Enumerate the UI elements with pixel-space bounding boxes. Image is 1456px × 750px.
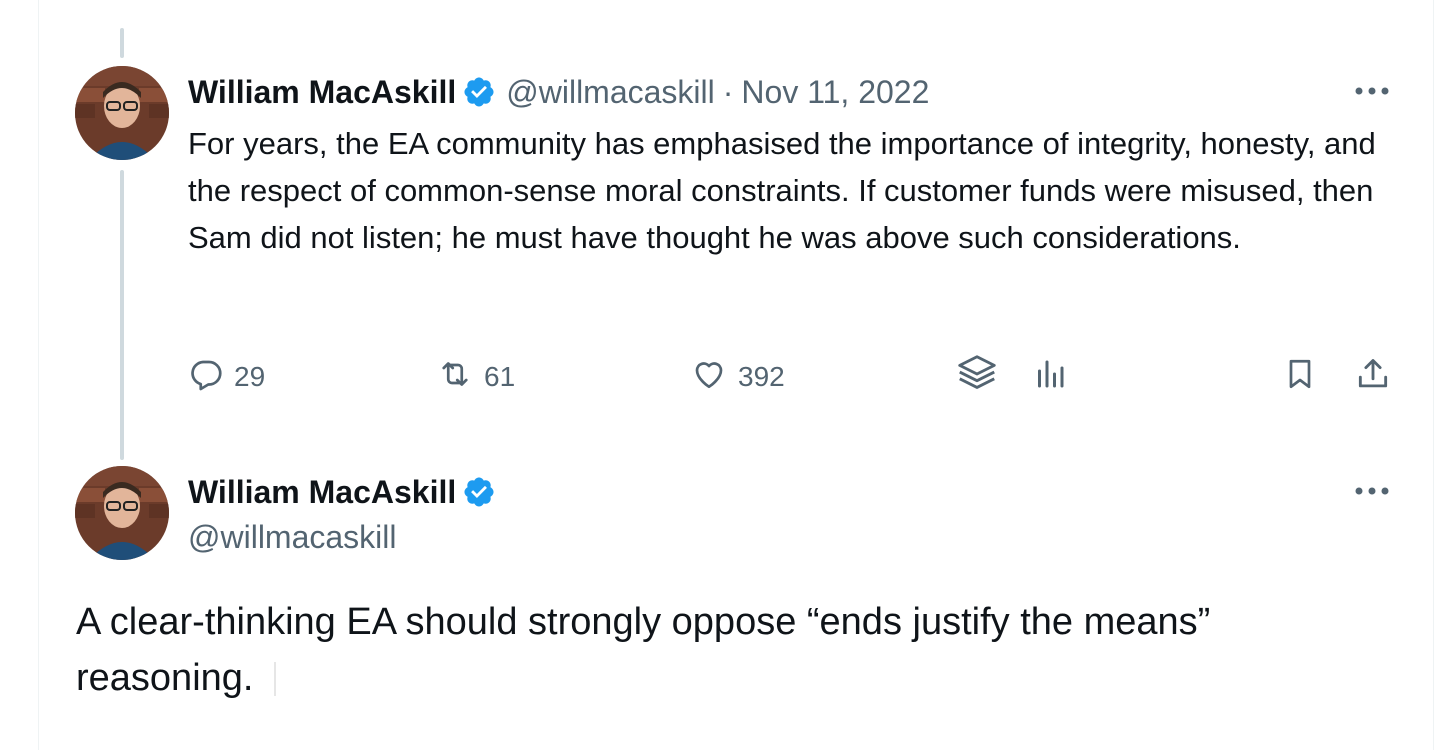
views-icon [1030, 356, 1070, 399]
reply-button[interactable]: 29 [188, 352, 265, 402]
author-name[interactable]: William MacAskill [188, 72, 456, 112]
author-handle[interactable]: @willmacaskill [506, 72, 715, 112]
repost-count: 61 [484, 361, 516, 392]
author-handle[interactable]: @willmacaskill [188, 519, 397, 556]
share-button[interactable] [1354, 352, 1392, 402]
tweet-header: William MacAskill @willmacaskill · Nov 1… [188, 72, 929, 112]
avatar[interactable] [75, 66, 169, 160]
repost-icon [436, 356, 474, 399]
separator-dot: · [722, 74, 734, 110]
thread-line [120, 170, 124, 460]
views-button[interactable] [1030, 352, 1070, 402]
text-cursor [274, 662, 276, 696]
author-name[interactable]: William MacAskill [188, 472, 456, 512]
reply-count: 29 [234, 361, 266, 392]
tweet-header: William MacAskill [188, 472, 506, 512]
share-icon [1354, 355, 1392, 400]
like-button[interactable]: 392 [690, 352, 785, 402]
reply-icon [188, 356, 224, 399]
verified-badge-icon [462, 75, 496, 109]
bookmark-button[interactable] [1282, 352, 1318, 402]
like-count: 392 [738, 361, 785, 392]
tweet-text: A clear-thinking EA should strongly oppo… [76, 601, 1211, 699]
tweet-text: For years, the EA community has emphasis… [188, 126, 1376, 255]
bookmark-icon [1282, 355, 1318, 400]
verified-badge-icon [462, 475, 496, 509]
grok-button[interactable] [954, 352, 1000, 402]
like-icon [690, 356, 728, 399]
more-icon[interactable] [1350, 76, 1394, 106]
grok-icon [954, 351, 1000, 404]
tweet-actions: 29 61 392 [188, 352, 1398, 402]
repost-button[interactable]: 61 [436, 352, 515, 402]
thread-line-top [120, 28, 124, 58]
tweet-date[interactable]: Nov 11, 2022 [741, 72, 929, 112]
more-icon[interactable] [1350, 476, 1394, 506]
avatar[interactable] [75, 466, 169, 560]
